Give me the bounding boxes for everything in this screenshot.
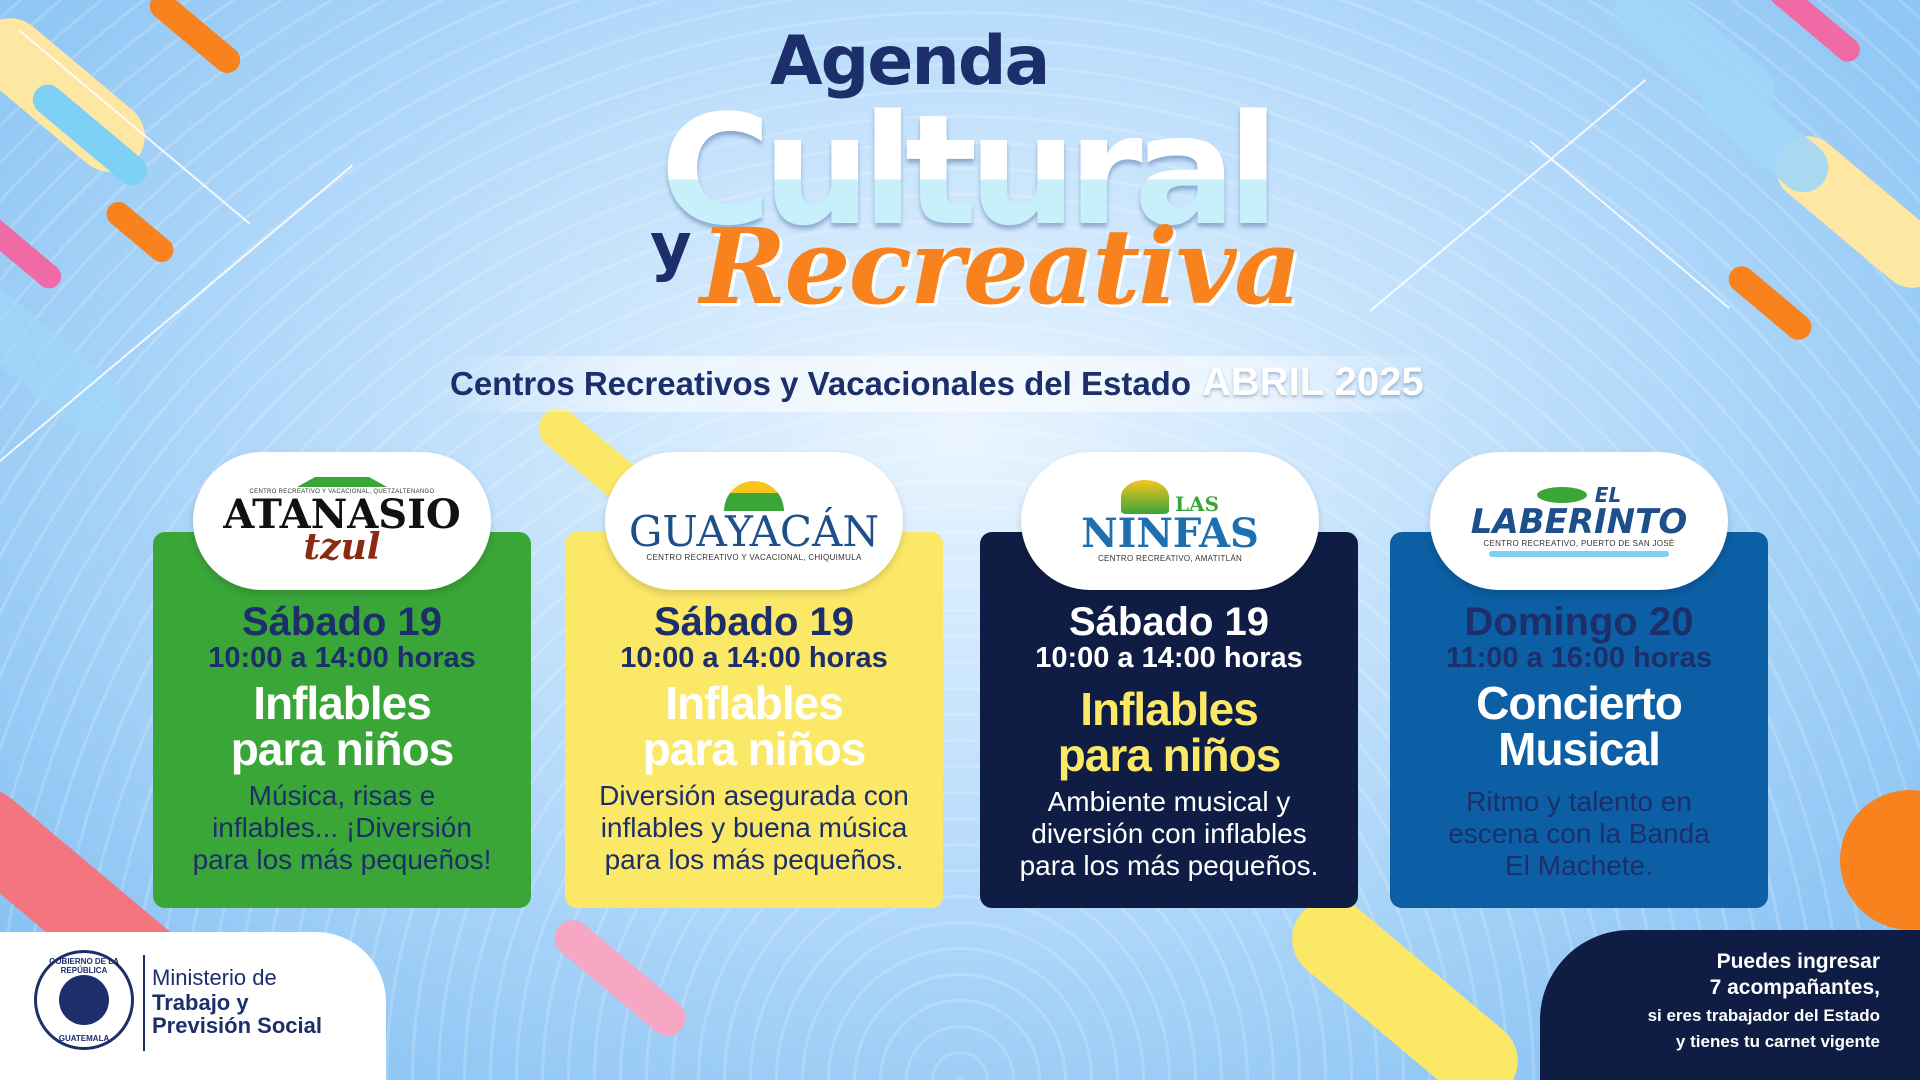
subtitle: Centros Recreativos y Vacacionales del E… bbox=[450, 365, 1192, 402]
logo-subtext: CENTRO RECREATIVO, AMATITLÁN bbox=[1097, 553, 1243, 563]
card-event-line2: para niños bbox=[230, 723, 455, 775]
card-day: Sábado 19 bbox=[1068, 600, 1270, 644]
lotus-icon bbox=[1120, 479, 1169, 514]
government-seal: GOBIERNO DE LA REPÚBLICA GUATEMALA bbox=[34, 950, 134, 1050]
ministry-divider bbox=[143, 955, 145, 1051]
card-day: Sábado 19 bbox=[241, 600, 443, 644]
logo-name-line2: LABERINTO bbox=[1470, 502, 1688, 542]
card-hours: 10:00 a 14:00 horas bbox=[620, 642, 888, 674]
note-line1: Puedes ingresar bbox=[1716, 950, 1880, 973]
card-desc-line1: Ambiente musical y bbox=[1047, 786, 1291, 817]
logo-subtext: CENTRO RECREATIVO, PUERTO DE SAN JOSÉ bbox=[1483, 539, 1675, 548]
card-event-line2: Musical bbox=[1498, 723, 1661, 775]
note-line3: si eres trabajador del Estado bbox=[1647, 1006, 1880, 1025]
card-event-line1: Concierto bbox=[1476, 677, 1683, 729]
logo-subtext: CENTRO RECREATIVO Y VACACIONAL, CHIQUIMU… bbox=[646, 552, 862, 562]
card-desc-line3: para los más pequeños. bbox=[604, 844, 904, 875]
card-event-line2: para niños bbox=[642, 723, 867, 775]
logo-guayacan: GUAYACÁN CENTRO RECREATIVO Y VACACIONAL,… bbox=[605, 452, 903, 590]
card-desc-line2: inflables y buena música bbox=[600, 812, 908, 843]
card-event-line1: Inflables bbox=[1080, 683, 1259, 735]
card-hours: 10:00 a 14:00 horas bbox=[208, 642, 476, 674]
logo-name-line2: tzul bbox=[303, 526, 381, 568]
card-desc-line1: Música, risas e bbox=[248, 780, 436, 811]
seal-text-top: GOBIERNO DE LA REPÚBLICA bbox=[49, 957, 119, 975]
card-desc-line3: para los más pequeños. bbox=[1019, 850, 1319, 881]
seal-text-bottom: GUATEMALA bbox=[58, 1034, 110, 1043]
palm-icon bbox=[1536, 487, 1587, 503]
emblem-icon bbox=[59, 975, 109, 1025]
subtitle-date: ABRIL 2025 bbox=[1202, 360, 1424, 404]
logo-el-laberinto: EL LABERINTO CENTRO RECREATIVO, PUERTO D… bbox=[1430, 452, 1728, 590]
ministry-name-line1: Ministerio de bbox=[152, 965, 277, 990]
logo-atanasio-tzul: CENTRO RECREATIVO Y VACACIONAL, QUETZALT… bbox=[193, 452, 491, 590]
card-desc-line2: inflables... ¡Diversión bbox=[212, 812, 472, 843]
title-connector: y bbox=[650, 210, 692, 284]
card-desc-line2: diversión con inflables bbox=[1031, 818, 1307, 849]
wave-icon bbox=[1489, 551, 1669, 557]
title-recreativa: Recreativa bbox=[700, 205, 1302, 328]
tree-icon bbox=[724, 480, 784, 511]
logo-name-line2: NINFAS bbox=[1081, 509, 1259, 557]
card-event-line2: para niños bbox=[1057, 729, 1282, 781]
card-day: Domingo 20 bbox=[1464, 600, 1694, 644]
card-desc-line1: Diversión asegurada con bbox=[599, 780, 909, 811]
card-event-line1: Inflables bbox=[253, 677, 432, 729]
ministry-name-line3: Previsión Social bbox=[152, 1013, 322, 1038]
card-day: Sábado 19 bbox=[653, 600, 855, 644]
card-desc-line3: para los más pequeños! bbox=[192, 844, 492, 875]
card-desc-line1: Ritmo y talento en bbox=[1466, 786, 1692, 817]
card-event-line1: Inflables bbox=[665, 677, 844, 729]
card-hours: 10:00 a 14:00 horas bbox=[1035, 642, 1303, 674]
logo-name: GUAYACÁN bbox=[628, 506, 880, 556]
roof-icon bbox=[297, 477, 387, 487]
note-line2: 7 acompañantes, bbox=[1709, 976, 1880, 999]
card-desc-line2: escena con la Banda bbox=[1448, 818, 1710, 849]
card-hours: 11:00 a 16:00 horas bbox=[1445, 642, 1712, 674]
logo-las-ninfas: LAS NINFAS CENTRO RECREATIVO, AMATITLÁN bbox=[1021, 452, 1319, 590]
card-desc-line3: El Machete. bbox=[1505, 850, 1653, 881]
note-line4: y tienes tu carnet vigente bbox=[1675, 1032, 1880, 1051]
